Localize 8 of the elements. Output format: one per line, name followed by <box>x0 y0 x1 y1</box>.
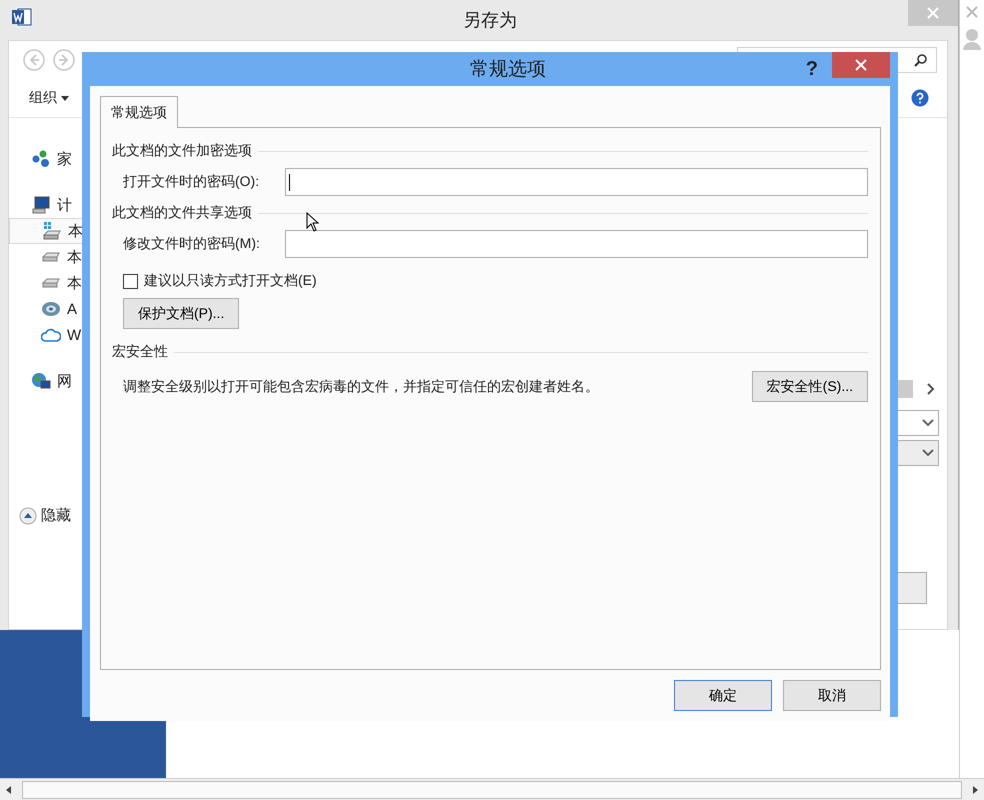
field-label: 修改文件时的密码(M): <box>123 235 261 253</box>
field-label: 打开文件时的密码(O): <box>123 173 260 191</box>
section-heading: 宏安全性 <box>112 343 168 361</box>
section-heading: 此文档的文件加密选项 <box>112 142 252 160</box>
window-title: 另存为 <box>462 9 518 32</box>
dialog-title: 常规选项 <box>468 58 547 82</box>
macro-description: 调整安全级别以打开可能包含宏病毒的文件，并指定可信任的宏创建者姓名。 <box>123 378 599 396</box>
section-heading: 此文档的文件共享选项 <box>112 204 252 222</box>
